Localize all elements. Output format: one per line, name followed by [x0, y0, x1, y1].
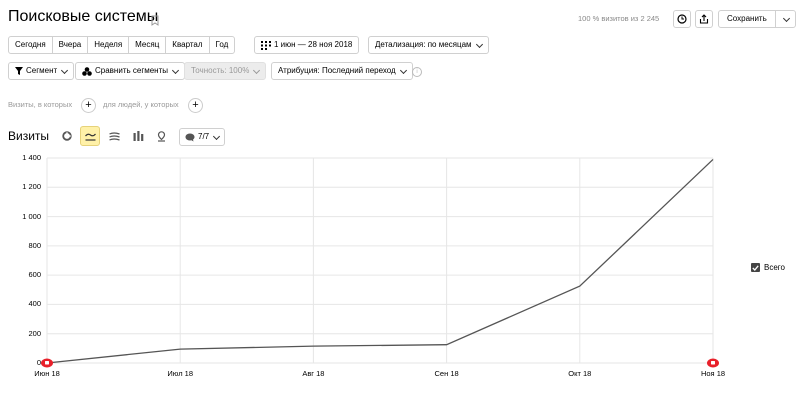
add-user-condition-button[interactable]: + [188, 98, 203, 113]
x-tick-label: Окт 18 [568, 369, 592, 378]
save-dropdown-button[interactable] [776, 11, 795, 27]
period-quarter[interactable]: Квартал [166, 37, 210, 53]
attribution-label: Атрибуция: Последний переход [278, 66, 396, 75]
period-year[interactable]: Год [210, 37, 235, 53]
detail-label: Детализация: по месяцам [375, 40, 472, 49]
line-chart-button[interactable] [80, 126, 100, 146]
annotation-glyph [45, 361, 49, 365]
x-tick-label: Ноя 18 [700, 369, 726, 378]
chevron-down-icon [782, 14, 790, 23]
period-selector: Сегодня Вчера Неделя Месяц Квартал Год [8, 36, 236, 54]
compare-segments-button[interactable]: Сравнить сегменты [75, 62, 186, 80]
bar-chart-icon [133, 131, 143, 141]
attribution-button[interactable]: Атрибуция: Последний переход [271, 62, 413, 80]
stacked-area-icon [108, 131, 120, 141]
history-button[interactable] [673, 10, 691, 28]
filter-icon [15, 67, 23, 75]
bar-chart-button[interactable] [129, 128, 147, 144]
pie-chart-icon [62, 131, 72, 141]
y-tick-label: 0 [36, 358, 41, 367]
y-tick-label: 400 [28, 299, 41, 309]
compare-label: Сравнить сегменты [95, 66, 169, 75]
chart-title: Визиты [8, 129, 50, 143]
map-button[interactable] [152, 128, 170, 144]
legend-item-total[interactable]: Всего [751, 263, 785, 272]
visits-line-chart [41, 157, 719, 368]
info-icon[interactable]: i [412, 67, 422, 77]
y-tick-label: 1 200 [22, 182, 41, 192]
period-month[interactable]: Месяц [129, 37, 167, 53]
segment-button[interactable]: Сегмент [8, 62, 75, 80]
period-today[interactable]: Сегодня [9, 37, 53, 53]
compare-icon [82, 66, 92, 76]
add-visit-condition-button[interactable]: + [81, 98, 96, 113]
chevron-down-icon [213, 132, 221, 140]
accuracy-button[interactable]: Точность: 100% [184, 62, 267, 80]
x-tick-label: Сен 18 [434, 369, 459, 378]
checkbox-checked-icon[interactable] [751, 263, 760, 272]
date-range-button[interactable]: 1 июн — 28 ноя 2018 [254, 36, 360, 54]
stacked-chart-button[interactable] [105, 128, 123, 144]
chevron-down-icon [61, 66, 69, 74]
bookmark-icon[interactable] [151, 13, 159, 31]
chevron-down-icon [253, 66, 261, 74]
save-group: Сохранить [718, 10, 796, 28]
people-where-label: для людей, у которых [103, 100, 179, 109]
period-week[interactable]: Неделя [88, 37, 130, 53]
export-icon [699, 14, 709, 24]
legend-label: Всего [764, 263, 785, 272]
calendar-icon [261, 40, 271, 50]
series-line-total [46, 158, 714, 364]
visits-where-label: Визиты, в которых [8, 100, 73, 109]
map-pin-icon [157, 130, 165, 142]
y-tick-label: 800 [28, 240, 41, 250]
comment-icon [185, 133, 195, 141]
x-tick-label: Авг 18 [302, 369, 325, 378]
chevron-down-icon [475, 40, 483, 48]
x-tick-label: Июл 18 [167, 369, 194, 378]
metrics-count: 7/7 [198, 132, 210, 141]
y-tick-label: 1 400 [22, 153, 41, 162]
page-title: Поисковые системы [8, 8, 159, 25]
save-button[interactable]: Сохранить [719, 11, 776, 27]
chevron-down-icon [171, 66, 180, 74]
line-chart-icon [84, 133, 96, 141]
y-tick-label: 1 000 [22, 211, 41, 221]
x-tick-label: Июн 18 [34, 369, 60, 378]
annotation-glyph [711, 361, 715, 365]
accuracy-label: Точность: 100% [191, 66, 250, 75]
chevron-down-icon [399, 66, 407, 74]
segment-label: Сегмент [26, 66, 58, 75]
date-range-label: 1 июн — 28 ноя 2018 [274, 40, 353, 49]
metrics-dropdown[interactable]: 7/7 [179, 128, 226, 146]
y-tick-label: 200 [28, 328, 41, 338]
pie-chart-button[interactable] [58, 128, 76, 144]
export-button[interactable] [695, 10, 713, 28]
clock-icon [677, 14, 687, 24]
detail-dropdown[interactable]: Детализация: по месяцам [368, 36, 489, 54]
y-tick-label: 600 [28, 270, 41, 280]
visits-summary: 100 % визитов из 2 245 [578, 14, 660, 23]
period-yesterday[interactable]: Вчера [53, 37, 89, 53]
